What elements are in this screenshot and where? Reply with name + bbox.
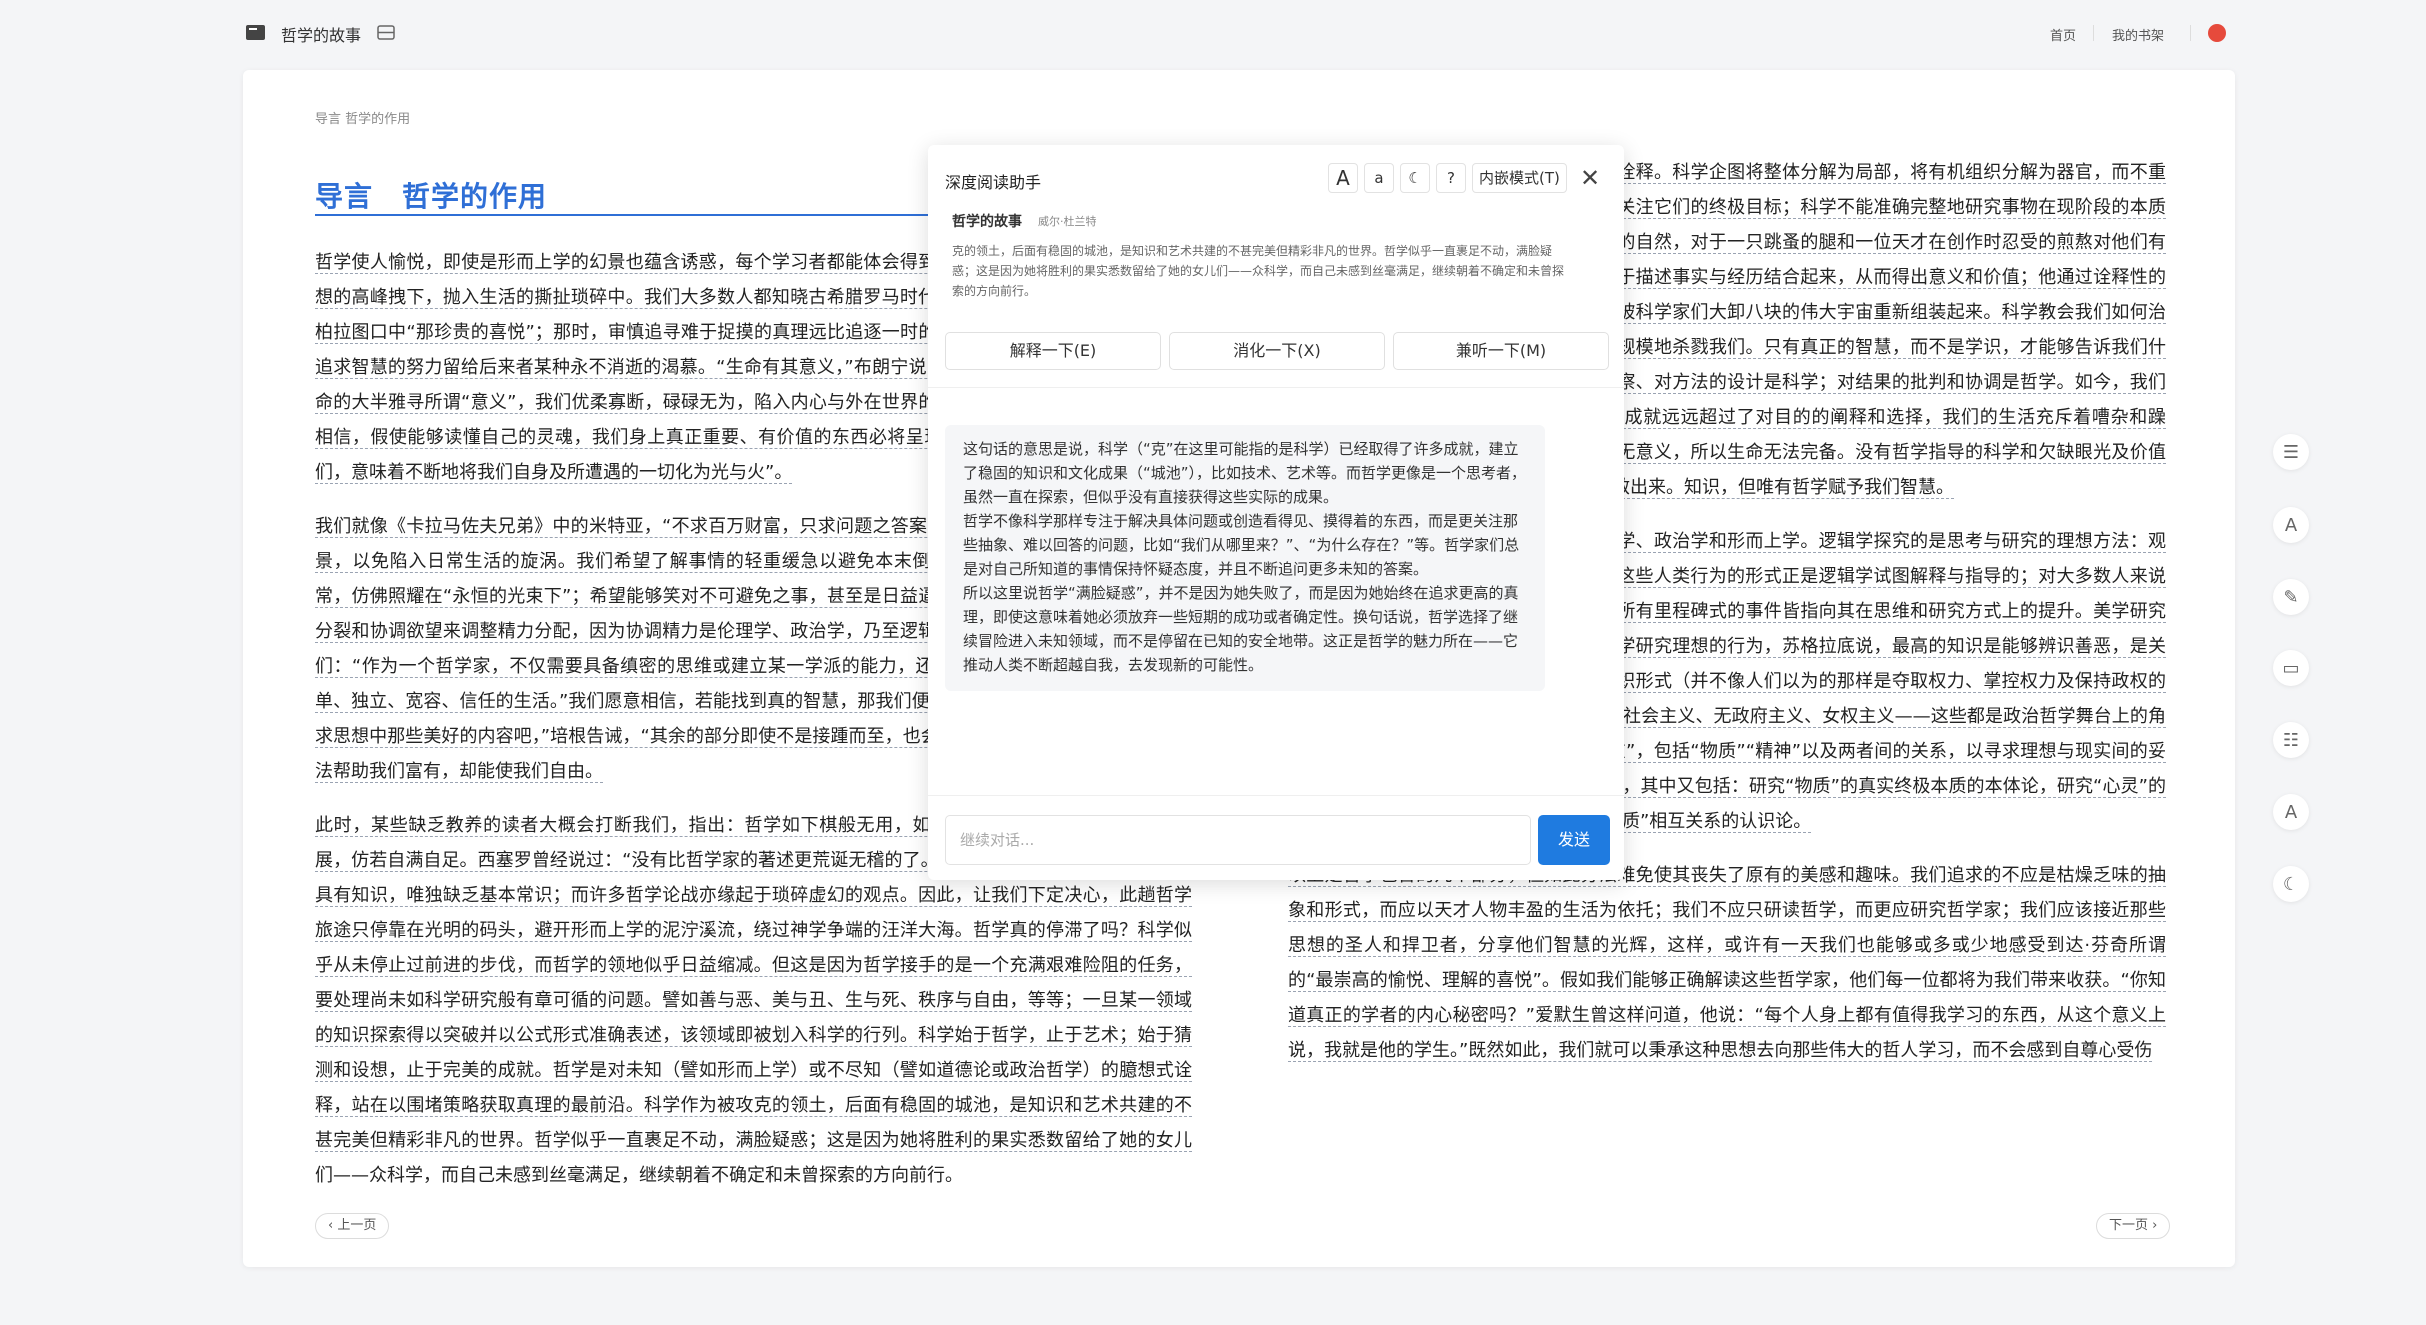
- chat-input[interactable]: 继续对话...: [945, 815, 1531, 865]
- next-page-button[interactable]: 下一页 ›: [2096, 1213, 2171, 1239]
- explain-button[interactable]: 解释一下(E): [945, 332, 1161, 370]
- nav-bookshelf-link[interactable]: 我的书架: [2112, 25, 2164, 44]
- book-title: 哲学的故事: [281, 26, 362, 45]
- nav-home-link[interactable]: 首页: [2050, 25, 2076, 44]
- close-icon[interactable]: ✕: [1580, 166, 1600, 190]
- font-size-icon[interactable]: A: [2273, 794, 2309, 830]
- help-icon[interactable]: ?: [1436, 163, 1466, 193]
- assistant-actions: 解释一下(E) 消化一下(X) 兼听一下(M): [945, 332, 1609, 370]
- contents-icon[interactable]: [377, 24, 395, 41]
- ai-assistant-icon[interactable]: A: [2273, 507, 2309, 543]
- comment-icon[interactable]: ▭: [2273, 650, 2309, 686]
- selected-quote: 克的领土，后面有稳固的城池，是知识和艺术共建的不甚完美但精彩非凡的世界。哲学似乎…: [952, 244, 1565, 298]
- menu-icon[interactable]: ☰: [2273, 434, 2309, 470]
- reading-assistant-panel: 深度阅读助手 A a ☾ ? 内嵌模式(T) ✕ 哲学的故事 威尔·杜兰特 克的…: [928, 145, 1624, 880]
- chapter-title: 导言 哲学的作用: [315, 180, 548, 213]
- paragraph[interactable]: 以上是哲学包含的几个部分，但如此分法难免使其丧失了原有的美感和趣味。我们追求的不…: [1288, 858, 2166, 1068]
- multi-view-button[interactable]: 兼听一下(M): [1393, 332, 1609, 370]
- prev-page-button[interactable]: ‹ 上一页: [315, 1213, 390, 1239]
- nav-divider: [2093, 25, 2094, 41]
- send-button[interactable]: 发送: [1538, 815, 1610, 865]
- quoted-book-title: 哲学的故事: [952, 214, 1022, 230]
- font-smaller-button[interactable]: a: [1364, 163, 1394, 193]
- next-page-label: 下一页: [2109, 1218, 2149, 1233]
- breadcrumb: 导言 哲学的作用: [315, 112, 411, 127]
- assistant-toolbar: A a ☾ ? 内嵌模式(T): [1328, 163, 1567, 193]
- dark-mode-icon[interactable]: ☾: [2273, 866, 2309, 902]
- quoted-author: 威尔·杜兰特: [1038, 215, 1097, 228]
- moon-icon[interactable]: ☾: [1400, 163, 1430, 193]
- answer-bubble: 这句话的意思是说，科学（“克”在这里可能指的是科学）已经取得了许多成就，建立了稳…: [945, 425, 1545, 691]
- digest-button[interactable]: 消化一下(X): [1169, 332, 1385, 370]
- answer-paragraph: 哲学不像科学那样专注于解决具体问题或创造看得见、摸得着的东西，而是更关注那些抽象…: [963, 512, 1520, 578]
- embed-mode-button[interactable]: 内嵌模式(T): [1472, 163, 1567, 193]
- divider: [928, 795, 1624, 796]
- prev-page-label: 上一页: [337, 1218, 377, 1233]
- assistant-title: 深度阅读助手: [945, 173, 1042, 192]
- title-underline: [315, 214, 965, 216]
- divider: [928, 387, 1624, 388]
- answer-paragraph: 所以这里说哲学“满脸疑惑”，并不是因为她失败了，而是因为她始终在追求更高的真理，…: [963, 584, 1519, 674]
- notes-icon[interactable]: ☷: [2273, 722, 2309, 758]
- user-avatar[interactable]: [2208, 24, 2226, 42]
- top-bar: 哲学的故事 首页 我的书架: [0, 0, 2426, 70]
- answer-paragraph: 这句话的意思是说，科学（“克”在这里可能指的是科学）已经取得了许多成就，建立了稳…: [963, 440, 1527, 506]
- nav-divider: [2190, 25, 2191, 41]
- highlight-pen-icon[interactable]: ✎: [2273, 579, 2309, 615]
- book-icon[interactable]: [245, 23, 266, 42]
- font-larger-button[interactable]: A: [1328, 163, 1358, 193]
